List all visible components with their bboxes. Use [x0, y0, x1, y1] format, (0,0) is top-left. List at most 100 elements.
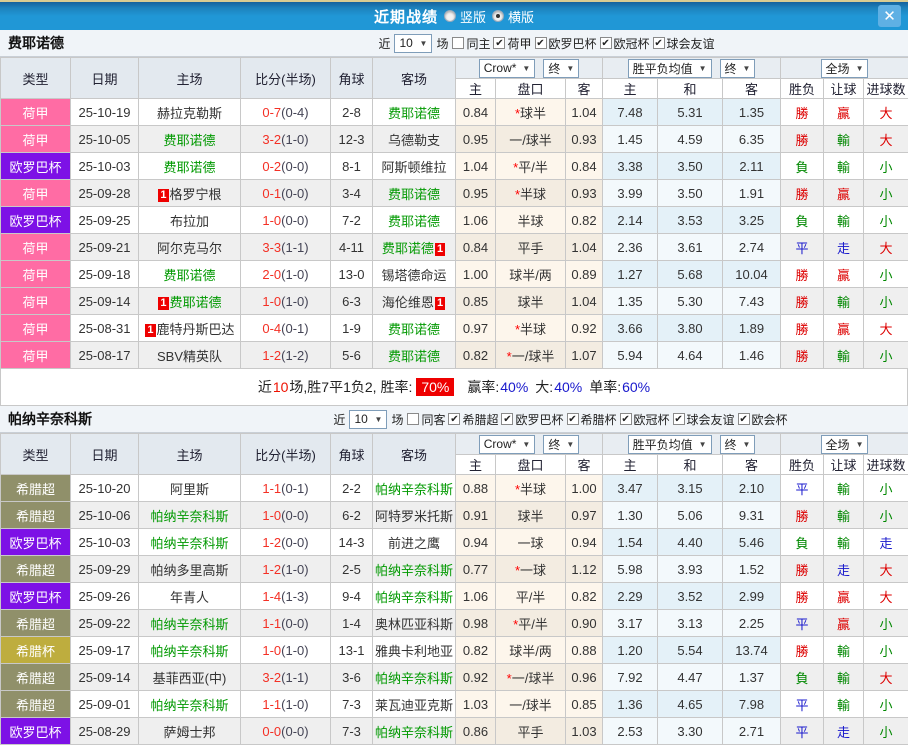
- red-card-badge: 1: [158, 188, 169, 202]
- league-filter-checkbox[interactable]: ✔ 希腊超: [448, 411, 498, 428]
- star-icon: *: [514, 321, 521, 337]
- mean-type-select[interactable]: 胜平负均值 ▼: [627, 58, 712, 78]
- same-venue-checkbox[interactable]: 同主: [452, 35, 490, 52]
- odds-source-select[interactable]: Crow* ▼: [478, 434, 536, 454]
- checkbox-checked-icon: ✔: [619, 413, 632, 425]
- team-link[interactable]: 费耶诺德: [388, 106, 440, 121]
- radio-checked-icon[interactable]: [492, 10, 504, 22]
- scope-select[interactable]: 全场 ▼: [820, 434, 869, 454]
- scope-select[interactable]: 全场 ▼: [820, 58, 869, 78]
- team-link[interactable]: 帕纳辛奈科斯: [375, 590, 453, 605]
- corner-cell: 4-11: [330, 233, 373, 261]
- match-count-select[interactable]: 10 ▼: [349, 409, 388, 429]
- league-filter-checkbox[interactable]: ✔ 荷甲: [493, 35, 532, 52]
- team-link[interactable]: 帕纳辛奈科斯: [150, 698, 228, 713]
- mean-away-cell: 1.37: [721, 663, 782, 691]
- team-link[interactable]: 帕纳辛奈科斯: [375, 482, 453, 497]
- mean-type-select[interactable]: 胜平负均值 ▼: [627, 434, 712, 454]
- team-link[interactable]: 布拉加: [170, 214, 209, 229]
- team-link[interactable]: 格罗宁根: [170, 187, 222, 202]
- team-link[interactable]: 费耶诺德: [388, 187, 440, 202]
- team-link[interactable]: 费耶诺德: [163, 133, 215, 148]
- team-link[interactable]: 阿特罗米托斯: [375, 509, 453, 524]
- team-link[interactable]: 费耶诺德: [170, 295, 222, 310]
- away-team-cell: 莱瓦迪亚克斯: [372, 690, 456, 718]
- home-team-cell: 费耶诺德: [138, 125, 241, 153]
- handicap-cell: *一/球半: [495, 341, 566, 369]
- league-badge: 希腊杯: [0, 636, 71, 664]
- mean-stage-select[interactable]: 终 ▼: [719, 434, 756, 454]
- team-link[interactable]: 帕纳辛奈科斯: [375, 563, 453, 578]
- mean-stage-select[interactable]: 终 ▼: [719, 58, 756, 78]
- section-feyenoord: 费耶诺德 近 10 ▼ 场同主 ✔ 荷甲 ✔ 欧罗巴杯 ✔ 欧冠杯 ✔ 球会友谊 类型 日期 主场 比…: [0, 30, 908, 406]
- team-link[interactable]: 阿尔克马尔: [157, 241, 222, 256]
- mean-draw-cell: 3.50: [657, 179, 723, 207]
- team-link[interactable]: 雅典卡利地亚: [375, 644, 453, 659]
- close-button[interactable]: ✕: [878, 5, 901, 27]
- corner-cell: 5-6: [330, 341, 373, 369]
- league-filter-checkbox[interactable]: ✔ 球会友谊: [652, 35, 715, 52]
- team-link[interactable]: 帕纳辛奈科斯: [150, 617, 228, 632]
- team-link[interactable]: 海伦维恩: [382, 295, 434, 310]
- team-link[interactable]: 赫拉克勒斯: [157, 106, 222, 121]
- league-filter-checkbox[interactable]: ✔ 欧罗巴杯: [534, 35, 597, 52]
- team-link[interactable]: 费耶诺德: [163, 268, 215, 283]
- handicap-cell: 球半: [495, 287, 566, 315]
- team-link[interactable]: 帕纳辛奈科斯: [150, 536, 228, 551]
- team-link[interactable]: 费耶诺德: [382, 241, 434, 256]
- away-odds-cell: 0.92: [565, 314, 603, 342]
- date-cell: 25-10-03: [70, 528, 139, 556]
- league-badge: 希腊超: [0, 663, 71, 691]
- team-link[interactable]: 乌德勒支: [388, 133, 440, 148]
- same-venue-checkbox[interactable]: 同客: [407, 411, 445, 428]
- team-link[interactable]: 鹿特丹斯巴达: [157, 322, 235, 337]
- league-filter-checkbox[interactable]: ✔ 欧冠杯: [619, 411, 670, 428]
- layout-radio-horizontal[interactable]: 横版: [492, 7, 534, 26]
- league-filter-checkbox[interactable]: ✔ 欧会杯: [737, 411, 788, 428]
- team-link[interactable]: 费耶诺德: [388, 322, 440, 337]
- home-team-cell: 帕纳辛奈科斯: [138, 636, 241, 664]
- team-link[interactable]: 阿斯顿维拉: [381, 160, 446, 175]
- team-link[interactable]: 年青人: [170, 590, 209, 605]
- mean-draw-cell: 4.59: [657, 125, 723, 153]
- odds-source-select[interactable]: Crow* ▼: [478, 58, 536, 78]
- team-link[interactable]: 萨姆士邦: [163, 725, 215, 740]
- odds-stage-select[interactable]: 终 ▼: [543, 434, 580, 454]
- layout-radio-vertical[interactable]: 竖版: [443, 7, 486, 26]
- team-link[interactable]: SBV精英队: [157, 349, 222, 364]
- checkbox-checked-icon: ✔: [448, 413, 461, 425]
- team-link[interactable]: 帕纳辛奈科斯: [375, 671, 453, 686]
- result-cell: 負: [780, 152, 825, 180]
- team-link[interactable]: 帕纳多里高斯: [150, 563, 228, 578]
- home-odds-cell: 0.98: [455, 609, 496, 637]
- odds-stage-select[interactable]: 终 ▼: [543, 58, 580, 78]
- team-link[interactable]: 帕纳辛奈科斯: [375, 725, 453, 740]
- mean-group-header: 胜平负均值 ▼ 终 ▼: [601, 433, 782, 455]
- team-link[interactable]: 费耶诺德: [163, 160, 215, 175]
- corner-cell: 2-5: [330, 555, 373, 583]
- team-link[interactable]: 奥林匹亚科斯: [375, 617, 453, 632]
- team-link[interactable]: 莱瓦迪亚克斯: [375, 698, 453, 713]
- team-link[interactable]: 帕纳辛奈科斯: [150, 509, 228, 524]
- league-filter-checkbox[interactable]: ✔ 希腊杯: [566, 411, 617, 428]
- mean-group-header: 胜平负均值 ▼ 终 ▼: [601, 57, 782, 79]
- home-team-cell: 1 鹿特丹斯巴达: [138, 314, 241, 342]
- team-link[interactable]: 前进之鹰: [388, 536, 440, 551]
- match-count-select[interactable]: 10 ▼: [394, 33, 433, 53]
- team-link[interactable]: 阿里斯: [170, 482, 209, 497]
- league-filter-checkbox[interactable]: ✔ 球会友谊: [672, 411, 735, 428]
- team-link[interactable]: 费耶诺德: [388, 214, 440, 229]
- team-link[interactable]: 锡塔德命运: [381, 268, 446, 283]
- match-row: 希腊超 25-10-06 帕纳辛奈科斯 1-0(0-0) 6-2 阿特罗米托斯 0.91 球半…: [0, 501, 908, 529]
- score-cell: 1-0(1-0): [240, 287, 331, 315]
- team-link[interactable]: 费耶诺德: [388, 349, 440, 364]
- match-row: 欧罗巴杯 25-10-03 费耶诺德 0-2(0-0) 8-1 阿斯顿维拉 1.04 *平/半…: [0, 152, 908, 180]
- league-badge: 荷甲: [0, 260, 71, 288]
- mean-draw-cell: 5.54: [657, 636, 723, 664]
- team-link[interactable]: 帕纳辛奈科斯: [150, 644, 228, 659]
- radio-icon[interactable]: [443, 10, 456, 22]
- league-filter-checkbox[interactable]: ✔ 欧冠杯: [599, 35, 650, 52]
- team-link[interactable]: 基菲西亚(中): [153, 671, 227, 686]
- home-team-cell: 帕纳辛奈科斯: [138, 609, 241, 637]
- league-filter-checkbox[interactable]: ✔ 欧罗巴杯: [501, 411, 564, 428]
